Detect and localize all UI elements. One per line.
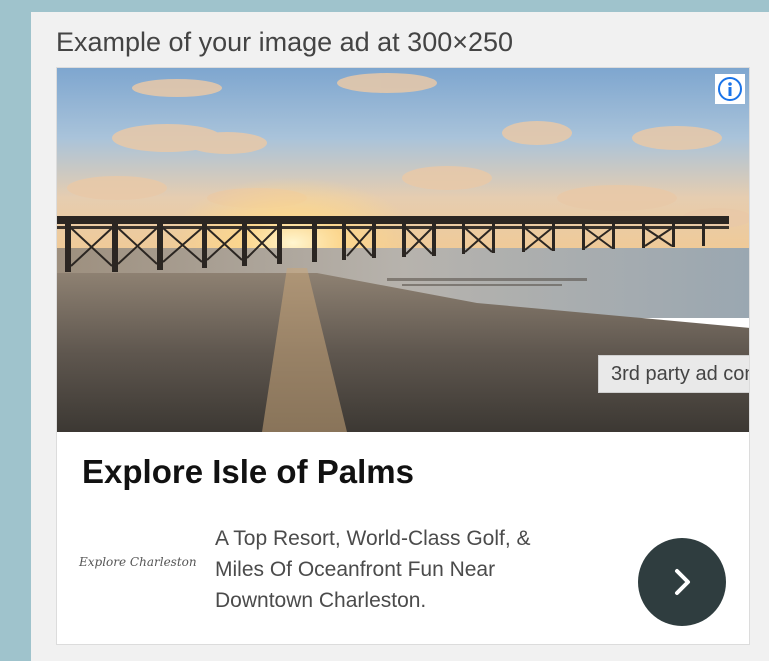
third-party-ad-label: 3rd party ad con [598, 355, 749, 393]
ad-description: A Top Resort, World-Class Golf, & Miles … [215, 523, 615, 616]
ad-description-line: Miles Of Oceanfront Fun Near [215, 558, 496, 581]
ad-preview-panel: Example of your image ad at 300×250 3rd … [31, 12, 769, 661]
ad-headline[interactable]: Explore Isle of Palms [82, 453, 414, 491]
preview-caption: Example of your image ad at 300×250 [56, 27, 514, 57]
ad-description-line: A Top Resort, World-Class Golf, & [215, 527, 531, 550]
chevron-right-icon [675, 569, 690, 595]
image-ad-card[interactable]: 3rd party ad con Explore Isle of Palms E… [56, 67, 750, 645]
advertiser-logo: Explore Charleston [79, 555, 197, 569]
info-icon[interactable] [715, 74, 745, 104]
ad-description-line: Downtown Charleston. [215, 589, 427, 612]
cta-next-button[interactable] [638, 538, 726, 626]
